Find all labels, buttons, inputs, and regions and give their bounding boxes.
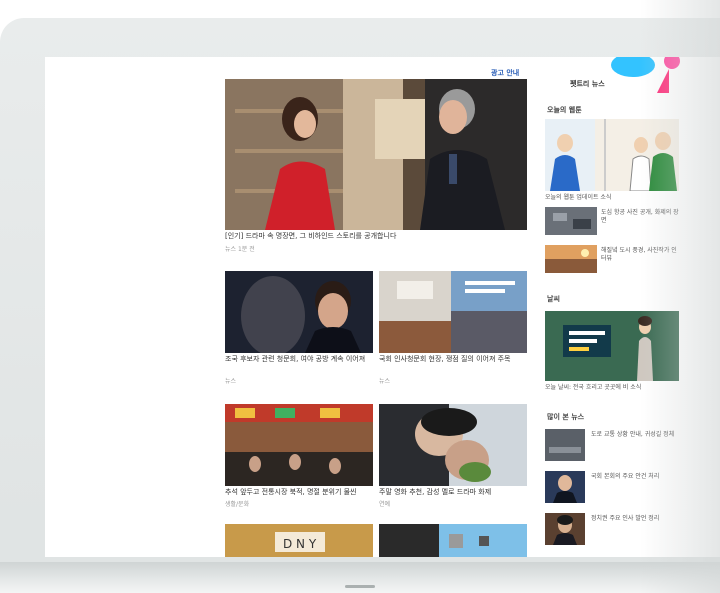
feature-source: 뉴스 1분 전: [225, 246, 255, 253]
card-image-6: [379, 524, 527, 557]
card-image-5: D N Y: [225, 524, 373, 557]
sidebar-section-title-2: 날씨: [547, 295, 560, 303]
card-caption-1[interactable]: 조국 후보자 관련 청문회, 여야 공방 계속 이어져: [225, 355, 373, 364]
sidebar-thumb-5[interactable]: [545, 471, 585, 503]
laptop-base: [0, 562, 720, 593]
card-image-4: [379, 404, 527, 486]
card-image-1: [225, 271, 373, 353]
sidebar-thumb-image-5: [545, 471, 585, 503]
card-photo-4[interactable]: [379, 404, 527, 486]
laptop-notch: [345, 585, 375, 588]
card-caption-3[interactable]: 추석 앞두고 전통시장 북적, 명절 분위기 물씬: [225, 488, 373, 497]
sidebar-thumb-image-3: [545, 245, 597, 273]
browser-screen: 펫트리 뉴스 광고 안내 [인기] 드라마 속 명장면, 그 비하인드 스토리를…: [45, 57, 720, 557]
card-caption-2[interactable]: 국회 인사청문회 현장, 쟁점 질의 이어져 주목: [379, 355, 527, 364]
card-source-2: 뉴스: [379, 378, 391, 385]
card-image-3: [225, 404, 373, 486]
card-source-1: 뉴스: [225, 378, 237, 385]
card-caption-4[interactable]: 주말 영화 추천, 감성 멜로 드라마 화제: [379, 488, 527, 497]
feature-caption[interactable]: [인기] 드라마 속 명장면, 그 비하인드 스토리를 공개합니다: [225, 232, 527, 241]
card-photo-3[interactable]: [225, 404, 373, 486]
right-edge-shadow: [640, 0, 720, 593]
sidebar-thumb-image-4: [545, 429, 585, 461]
sidebar-thumb-2[interactable]: [545, 207, 597, 235]
card-photo-6[interactable]: [379, 524, 527, 557]
sidebar-thumb-4[interactable]: [545, 429, 585, 461]
svg-text:D N Y: D N Y: [283, 537, 317, 551]
logo-text: 펫트리 뉴스: [570, 80, 605, 88]
card-image-2: [379, 271, 527, 353]
card-photo-2[interactable]: [379, 271, 527, 353]
card-source-3: 생활/문화: [225, 501, 250, 508]
sidebar-thumb-image-2: [545, 207, 597, 235]
sidebar-section-title-3: 많이 본 뉴스: [547, 413, 585, 421]
ad-label[interactable]: 광고 안내: [491, 68, 519, 78]
sidebar-thumb-image-6: [545, 513, 585, 545]
feature-photo[interactable]: [225, 79, 527, 230]
sidebar-thumb-3[interactable]: [545, 245, 597, 273]
card-photo-1[interactable]: [225, 271, 373, 353]
sidebar-section-title-1: 오늘의 웹툰: [547, 106, 582, 114]
card-source-4: 연예: [379, 501, 391, 508]
card-photo-5[interactable]: D N Y: [225, 524, 373, 557]
sidebar-thumb-6[interactable]: [545, 513, 585, 545]
feature-image: [225, 79, 527, 230]
